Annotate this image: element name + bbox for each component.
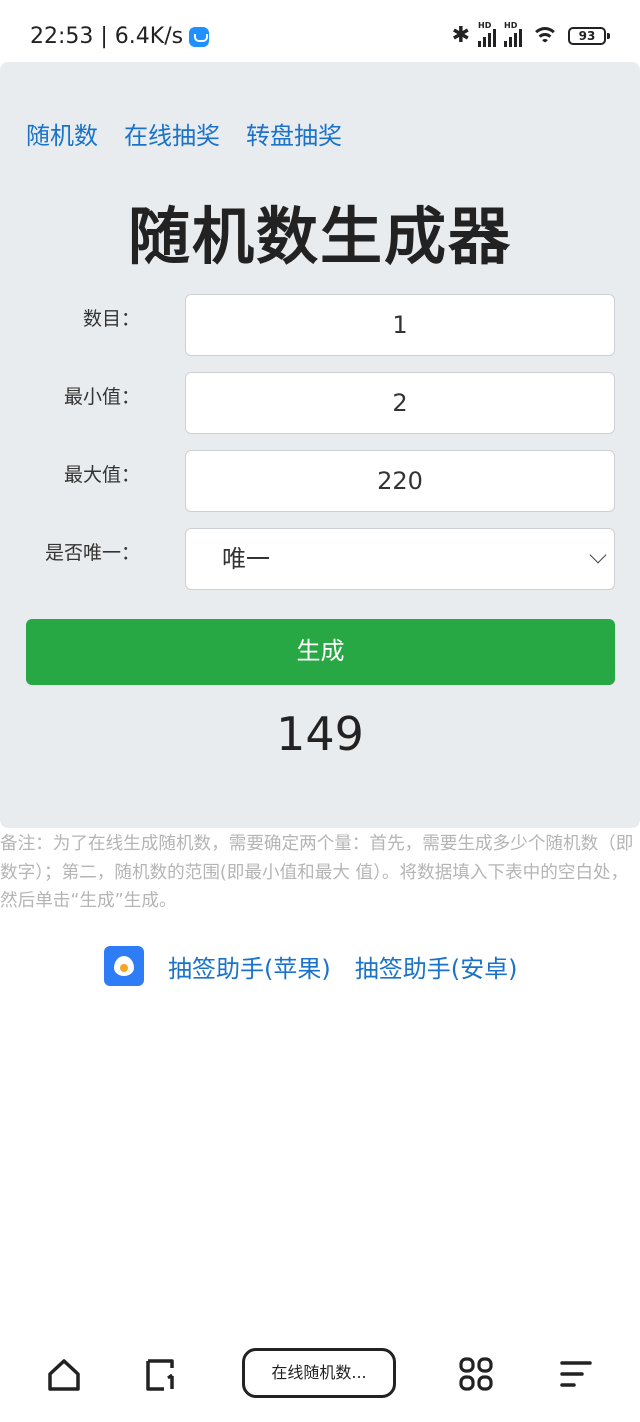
- lottery-app-icon: [104, 946, 144, 986]
- browser-bottom-nav: 在线随机数...: [0, 1340, 640, 1422]
- max-row: 最大值： 220: [0, 450, 640, 512]
- app-links: 抽签助手(苹果) 抽签助手(安卓): [104, 946, 541, 986]
- count-input[interactable]: 1: [185, 294, 615, 356]
- app-link-ios[interactable]: 抽签助手(苹果): [168, 949, 331, 984]
- unique-label: 是否唯一：: [44, 542, 140, 564]
- signal-1-icon: HD: [478, 21, 496, 47]
- max-input[interactable]: 220: [185, 450, 615, 512]
- unique-select[interactable]: 唯一: [185, 528, 615, 590]
- tabs-icon[interactable]: [142, 1354, 182, 1394]
- unique-select-value: 唯一: [222, 545, 270, 573]
- status-right: ✱ HD HD 93: [451, 21, 610, 48]
- count-row: 数目： 1: [0, 294, 640, 356]
- nav-link-wheel-lottery[interactable]: 转盘抽奖: [246, 116, 342, 151]
- note-text: 备注：为了在线生成随机数，需要确定两个量：首先，需要生成多少个随机数（即数字）；…: [0, 834, 634, 911]
- max-label: 最大值：: [63, 464, 140, 486]
- count-label: 数目：: [82, 308, 140, 330]
- page-title: 随机数生成器: [127, 200, 512, 273]
- generate-button[interactable]: 生成: [26, 619, 615, 685]
- home-icon[interactable]: [44, 1354, 84, 1394]
- unique-row: 是否唯一： 唯一: [0, 528, 640, 590]
- menu-icon[interactable]: [556, 1354, 596, 1394]
- grid-icon[interactable]: [456, 1354, 496, 1394]
- min-label: 最小值：: [63, 386, 140, 408]
- chevron-down-icon: [589, 546, 607, 564]
- top-nav: 随机数 在线抽奖 转盘抽奖: [26, 116, 342, 151]
- min-row: 最小值： 2: [0, 372, 640, 434]
- status-bar: 22:53 | 6.4K/s ✱ HD HD 93: [0, 0, 640, 62]
- current-tab-pill[interactable]: 在线随机数...: [242, 1348, 396, 1398]
- status-left: 22:53 | 6.4K/s: [30, 24, 210, 49]
- status-time-speed: 22:53 | 6.4K/s: [30, 24, 184, 49]
- bluetooth-icon: ✱: [451, 23, 470, 48]
- min-input[interactable]: 2: [185, 372, 615, 434]
- nav-link-online-lottery[interactable]: 在线抽奖: [124, 116, 220, 151]
- wifi-icon: [530, 25, 560, 47]
- random-generator-card: 随机数 在线抽奖 转盘抽奖 随机数生成器 数目： 1 最小值： 2 最大值： 2…: [0, 62, 640, 828]
- message-app-icon: [189, 26, 210, 47]
- signal-2-icon: HD: [504, 21, 522, 47]
- app-link-android[interactable]: 抽签助手(安卓): [355, 949, 518, 984]
- battery-icon: 93: [568, 27, 610, 45]
- result-value: 149: [276, 707, 364, 761]
- nav-link-random-number[interactable]: 随机数: [26, 116, 98, 151]
